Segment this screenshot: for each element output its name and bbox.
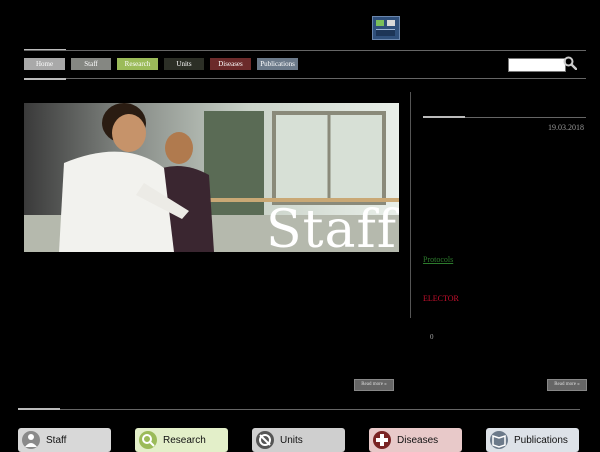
read-more-button[interactable]: Read more » <box>547 379 587 391</box>
nav-item-home[interactable]: Home <box>24 58 65 70</box>
footer-accent-rule <box>18 408 60 410</box>
category-tile-research[interactable]: Research <box>135 428 228 452</box>
book-icon <box>490 431 508 449</box>
nav-item-units[interactable]: Units <box>164 58 204 70</box>
news-date: 19.03.2018 <box>548 123 584 132</box>
category-tile-diseases[interactable]: Diseases <box>369 428 462 452</box>
stethoscope-icon <box>256 431 274 449</box>
category-label: Staff <box>46 434 67 446</box>
footer-rule <box>18 409 580 410</box>
logo-block <box>387 20 395 26</box>
category-tile-units[interactable]: Units <box>252 428 345 452</box>
nav-item-staff[interactable]: Staff <box>71 58 111 70</box>
category-label: Research <box>163 434 206 446</box>
small-text: 0 <box>430 333 434 341</box>
category-tile-publications[interactable]: Publications <box>486 428 579 452</box>
nav-item-research[interactable]: Research <box>117 58 158 70</box>
nav-bottom-rule <box>24 78 586 79</box>
sidebar-accent-rule <box>423 116 465 118</box>
protocols-link[interactable]: Protocols <box>423 255 453 264</box>
category-label: Diseases <box>397 434 439 446</box>
magnifier-icon <box>139 431 157 449</box>
logo-block <box>376 29 395 36</box>
person-icon <box>22 431 40 449</box>
search-icon[interactable] <box>563 56 577 70</box>
nav-item-diseases[interactable]: Diseases <box>210 58 251 70</box>
main-nav: Home Staff Research Units Diseases Publicatio… <box>24 58 298 70</box>
category-label: Publications <box>514 434 568 446</box>
cross-icon <box>373 431 391 449</box>
column-separator <box>410 92 411 318</box>
nav-item-publications[interactable]: Publications <box>257 58 298 70</box>
nav-accent-rule <box>24 78 66 80</box>
hero-title: Staff <box>265 200 397 252</box>
elector-text[interactable]: ELECTOR <box>423 294 459 303</box>
category-label: Units <box>280 434 303 446</box>
header-rule <box>24 50 586 51</box>
search-input[interactable] <box>508 58 566 72</box>
logo-block <box>376 20 384 26</box>
site-logo[interactable] <box>372 16 400 40</box>
hero-banner[interactable]: Staff <box>24 103 399 252</box>
read-more-button[interactable]: Read more » <box>354 379 394 391</box>
category-tile-staff[interactable]: Staff <box>18 428 111 452</box>
